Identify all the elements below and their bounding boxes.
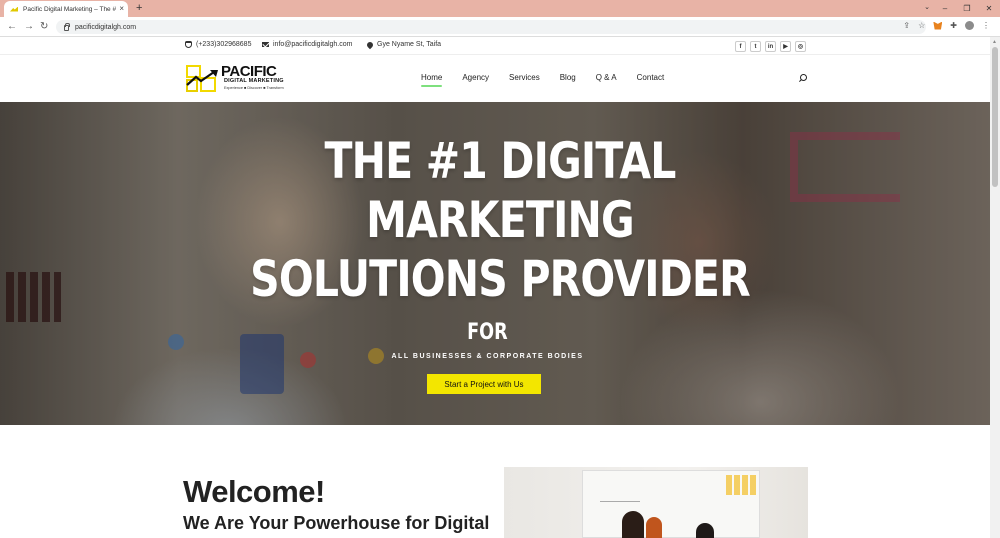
bookmark-star-icon[interactable]: ☆	[918, 21, 925, 30]
hero-for-text: FOR	[467, 320, 508, 345]
page-scrollbar[interactable]: ▲	[990, 37, 1000, 538]
nav-contact[interactable]: Contact	[637, 73, 665, 82]
tab-title: Pacific Digital Marketing – The #	[23, 5, 117, 13]
browser-toolbar: ← → ↻ pacificdigitalgh.com ⇪ ☆ ✚ ⋮	[0, 17, 1000, 37]
logo-mark-icon	[184, 63, 218, 93]
sticky-notes-image-part	[726, 475, 756, 495]
hero-title: THE #1 DIGITAL MARKETING SOLUTIONS PROVI…	[90, 132, 910, 309]
twitter-icon[interactable]: t	[750, 41, 761, 52]
instagram-icon[interactable]: ◎	[795, 41, 806, 52]
email-contact[interactable]: info@pacificdigitalgh.com	[262, 41, 352, 48]
welcome-image	[504, 467, 808, 538]
logo-subtitle: DIGITAL MARKETING	[224, 78, 284, 84]
nav-qa[interactable]: Q & A	[596, 73, 617, 82]
tab-close-icon[interactable]: ×	[119, 5, 124, 13]
person-image-part	[696, 523, 714, 538]
url-text[interactable]: pacificdigitalgh.com	[75, 24, 136, 31]
whiteboard-scribble	[600, 501, 640, 502]
person-image-part	[646, 517, 662, 538]
back-arrow-icon[interactable]: ←	[7, 21, 17, 32]
start-project-button[interactable]: Start a Project with Us	[427, 374, 541, 394]
youtube-icon[interactable]: ▶	[780, 41, 791, 52]
nav-blog[interactable]: Blog	[560, 73, 576, 82]
social-links: f t in ▶ ◎	[735, 41, 806, 52]
hero-title-line: MARKETING	[366, 191, 635, 249]
search-icon[interactable]	[799, 74, 807, 82]
logo-tagline: Experience ■ Discover ■ Transform	[224, 86, 284, 90]
window-controls: – ❐ ✕	[934, 0, 1000, 17]
hero-banner: THE #1 DIGITAL MARKETING SOLUTIONS PROVI…	[0, 102, 990, 425]
share-icon[interactable]: ⇪	[903, 21, 910, 30]
nav-home[interactable]: Home	[421, 73, 443, 87]
browser-menu-icon[interactable]: ⋮	[982, 21, 990, 30]
window-close-icon[interactable]: ✕	[978, 0, 1000, 17]
phone-number: (+233)302968685	[196, 41, 252, 48]
extensions-area: ⇪ ☆ ✚ ⋮	[903, 21, 990, 30]
main-nav: Home Agency Services Blog Q & A Contact	[421, 73, 684, 87]
scroll-thumb[interactable]	[992, 47, 998, 187]
street-address: Gye Nyame St, Taifa	[377, 41, 442, 48]
nav-services[interactable]: Services	[509, 73, 540, 82]
welcome-subheading: We Are Your Powerhouse for Digital	[183, 513, 490, 533]
minimize-icon[interactable]: –	[934, 0, 956, 17]
address-contact: Gye Nyame St, Taifa	[365, 40, 442, 49]
site-logo[interactable]: PACIFIC DIGITAL MARKETING Experience ■ D…	[184, 62, 290, 95]
welcome-heading: Welcome!	[183, 474, 325, 509]
person-image-part	[622, 511, 644, 538]
hero-title-line: SOLUTIONS PROVIDER	[250, 250, 751, 308]
lock-icon[interactable]	[64, 23, 70, 31]
phone-icon	[185, 41, 192, 48]
location-pin-icon	[365, 40, 375, 49]
contact-info-bar: (+233)302968685 info@pacificdigitalgh.co…	[0, 37, 990, 55]
profile-avatar-icon[interactable]	[965, 21, 974, 30]
nav-agency[interactable]: Agency	[462, 73, 489, 82]
browser-tab-strip: Pacific Digital Marketing – The # × + ⌄ …	[0, 0, 1000, 17]
site-header: PACIFIC DIGITAL MARKETING Experience ■ D…	[0, 55, 990, 102]
scroll-up-arrow-icon[interactable]: ▲	[992, 39, 997, 45]
email-address: info@pacificdigitalgh.com	[273, 41, 353, 48]
mail-icon	[262, 42, 269, 47]
metamask-extension-icon[interactable]	[933, 21, 943, 30]
forward-arrow-icon[interactable]: →	[24, 21, 34, 32]
hero-title-line: THE #1 DIGITAL	[324, 132, 676, 190]
address-bar[interactable]: pacificdigitalgh.com	[56, 20, 926, 34]
facebook-icon[interactable]: f	[735, 41, 746, 52]
tab-search-icon[interactable]: ⌄	[924, 3, 930, 11]
restore-icon[interactable]: ❐	[956, 0, 978, 17]
reload-icon[interactable]: ↻	[40, 21, 48, 32]
new-tab-button[interactable]: +	[136, 2, 142, 14]
extensions-puzzle-icon[interactable]: ✚	[950, 21, 957, 30]
phone-contact[interactable]: (+233)302968685	[185, 41, 251, 48]
hero-subtitle: ALL BUSINESSES & CORPORATE BODIES	[391, 353, 584, 360]
linkedin-icon[interactable]: in	[765, 41, 776, 52]
site-favicon-icon	[10, 6, 18, 13]
browser-tab[interactable]: Pacific Digital Marketing – The # ×	[4, 1, 128, 17]
